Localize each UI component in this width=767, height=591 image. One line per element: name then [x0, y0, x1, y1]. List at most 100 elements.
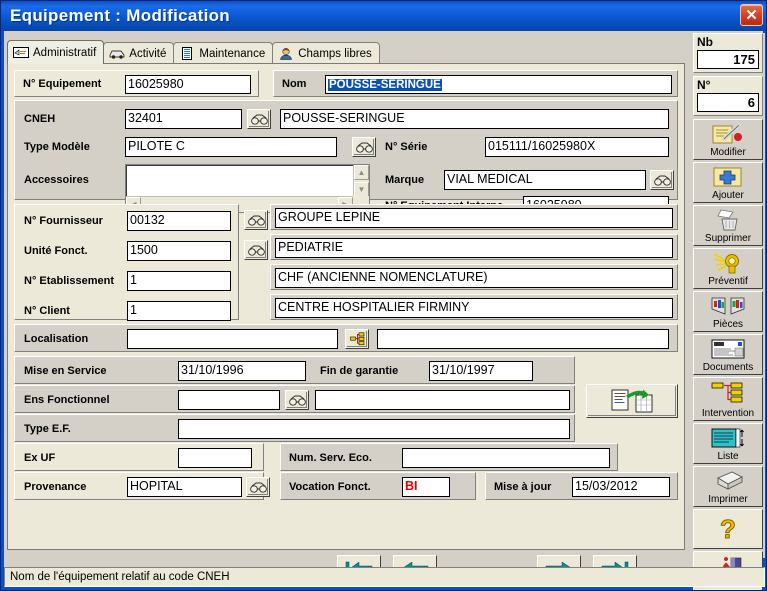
documents-button[interactable]: Documents — [693, 334, 763, 375]
localisation-tree-button[interactable] — [345, 329, 369, 349]
parts-icon — [711, 297, 745, 315]
ens-fonctionnel-lookup-button[interactable] — [285, 390, 309, 410]
ajouter-label: Ajouter — [712, 190, 744, 201]
intervention-icon — [711, 382, 743, 403]
input-num-etablissement[interactable]: 1 — [127, 271, 231, 291]
binoculars-icon — [355, 142, 373, 153]
status-bar: Nom de l'équipement relatif au code CNEH — [4, 567, 765, 587]
input-unite-fonct-description[interactable]: PEDIATRIE — [275, 238, 673, 258]
supprimer-label: Supprimer — [704, 233, 752, 244]
unite-fonct-lookup-button[interactable] — [244, 240, 268, 260]
input-type-ef[interactable] — [178, 419, 570, 439]
group-identifiers-left: N° Fournisseur 00132 Unité Fonct. 1500 N… — [14, 204, 239, 321]
input-marque[interactable]: VIAL MEDICAL — [444, 170, 646, 190]
modifier-button[interactable]: Modifier — [693, 119, 763, 160]
label-fin-de-garantie: Fin de garantie — [320, 365, 399, 377]
tab-champs-libres[interactable]: Champs libres — [272, 42, 380, 64]
input-cneh-description[interactable]: POUSSE-SERINGUE — [280, 109, 669, 129]
imprimer-button[interactable]: Imprimer — [693, 466, 763, 507]
input-ex-uf[interactable] — [178, 448, 252, 468]
counter-num-label: N° — [697, 78, 711, 92]
input-unite-fonct[interactable]: 1500 — [127, 241, 231, 261]
liste-button[interactable]: Liste — [693, 423, 763, 464]
input-provenance[interactable]: HOPITAL — [127, 477, 242, 497]
input-num-equipement[interactable]: 16025980 — [125, 75, 251, 94]
scroll-up-icon[interactable]: ▲ — [354, 165, 369, 180]
label-mise-en-service: Mise en Service — [24, 365, 107, 377]
help-button[interactable]: ? — [693, 509, 763, 549]
liste-icon — [711, 428, 744, 447]
label-ens-fonctionnel: Ens Fonctionnel — [24, 394, 110, 406]
input-cneh[interactable]: 32401 — [125, 109, 242, 129]
fournisseur-lookup-button[interactable] — [244, 210, 268, 230]
status-bar-text: Nom de l'équipement relatif au code CNEH — [10, 571, 230, 583]
list-icon — [182, 47, 193, 60]
input-num-serv-eco[interactable] — [402, 448, 610, 468]
label-nom: Nom — [282, 78, 307, 90]
marque-lookup-button[interactable] — [650, 170, 674, 190]
pieces-button[interactable]: Pièces — [693, 291, 763, 332]
input-nom[interactable]: POUSSE-SERINGUE — [325, 75, 672, 94]
counter-num-value: 6 — [697, 93, 759, 112]
car-icon — [109, 50, 125, 59]
group-num-serv-eco: Num. Serv. Eco. — [280, 443, 618, 471]
group-ens-fonctionnel: Ens Fonctionnel — [14, 385, 575, 413]
tab-activite[interactable]: Activité — [103, 42, 175, 64]
right-toolbar: Nb 175 N° 6 Modifier Ajouter Supprimer P… — [691, 33, 765, 590]
close-icon[interactable]: ✕ — [740, 4, 763, 26]
input-localisation[interactable] — [127, 329, 338, 349]
type-modele-lookup-button[interactable] — [352, 137, 376, 157]
input-nom-value: POUSSE-SERINGUE — [328, 79, 442, 91]
equipment-modification-window: Equipement : Modification ✕ Administrati… — [0, 0, 767, 591]
documents-label: Documents — [702, 362, 754, 373]
label-accessoires: Accessoires — [24, 174, 89, 186]
input-mise-a-jour[interactable]: 15/03/2012 — [572, 477, 670, 497]
input-client-description[interactable]: CENTRE HOSPITALIER FIRMINY — [275, 298, 673, 318]
input-num-client[interactable]: 1 — [127, 301, 231, 321]
intervention-label: Intervention — [701, 408, 755, 419]
label-localisation: Localisation — [24, 333, 89, 345]
tab-administratif[interactable]: Administratif — [7, 40, 105, 64]
input-type-modele[interactable]: PILOTE C — [125, 137, 337, 157]
binoculars-icon — [247, 245, 265, 256]
input-num-fournisseur[interactable]: 00132 — [127, 211, 231, 231]
input-vocation-fonct[interactable]: BI — [402, 477, 450, 497]
group-type-ef: Type E.F. — [14, 414, 575, 442]
tree-icon — [349, 332, 364, 346]
imprimer-label: Imprimer — [708, 494, 748, 505]
label-provenance: Provenance — [24, 481, 87, 493]
export-button[interactable] — [586, 384, 678, 418]
input-localisation-description[interactable] — [377, 329, 669, 349]
input-fournisseur-description[interactable]: GROUPE LEPINE — [275, 208, 673, 228]
preventif-button[interactable]: Préventif — [693, 248, 763, 289]
input-etablissement-description[interactable]: CHF (ANCIENNE NOMENCLATURE) — [275, 268, 673, 288]
input-ens-fonctionnel[interactable] — [178, 390, 280, 410]
administratif-panel: N° Equipement 16025980 Nom POUSSE-SERING… — [7, 63, 685, 550]
add-icon — [713, 167, 742, 186]
modifier-label: Modifier — [710, 147, 746, 158]
input-mise-en-service[interactable]: 31/10/1996 — [178, 361, 306, 381]
binoculars-icon — [249, 482, 267, 493]
group-identification: CNEH 32401 POUSSE-SERINGUE Type Modèle P… — [14, 100, 678, 216]
group-fournisseur-desc: GROUPE LEPINE — [270, 204, 678, 230]
input-fin-de-garantie[interactable]: 31/10/1997 — [429, 361, 533, 381]
intervention-button[interactable]: Intervention — [693, 377, 763, 421]
intervention-icon-wrap — [694, 378, 762, 408]
group-client-desc: CENTRE HOSPITALIER FIRMINY — [270, 294, 678, 320]
scroll-down-icon[interactable]: ▼ — [354, 182, 369, 197]
liste-label: Liste — [717, 451, 739, 462]
liste-icon-wrap — [694, 424, 762, 451]
tab-label: Maintenance — [199, 47, 266, 60]
tab-maintenance[interactable]: Maintenance — [173, 42, 274, 64]
ajouter-button[interactable]: Ajouter — [693, 162, 763, 203]
cneh-lookup-button[interactable] — [247, 109, 271, 129]
label-vocation-fonct: Vocation Fonct. — [289, 481, 371, 493]
accessoires-vertical-scrollbar[interactable]: ▲ ▼ — [353, 165, 369, 197]
input-ens-fonctionnel-description[interactable] — [315, 390, 570, 410]
input-num-serie[interactable]: 015111/16025980X — [485, 137, 669, 157]
supprimer-button[interactable]: Supprimer — [693, 205, 763, 246]
provenance-lookup-button[interactable] — [246, 477, 270, 497]
label-type-modele: Type Modèle — [24, 141, 90, 153]
counter-num: N° 6 — [693, 76, 763, 116]
export-to-spreadsheet-icon — [611, 389, 653, 413]
